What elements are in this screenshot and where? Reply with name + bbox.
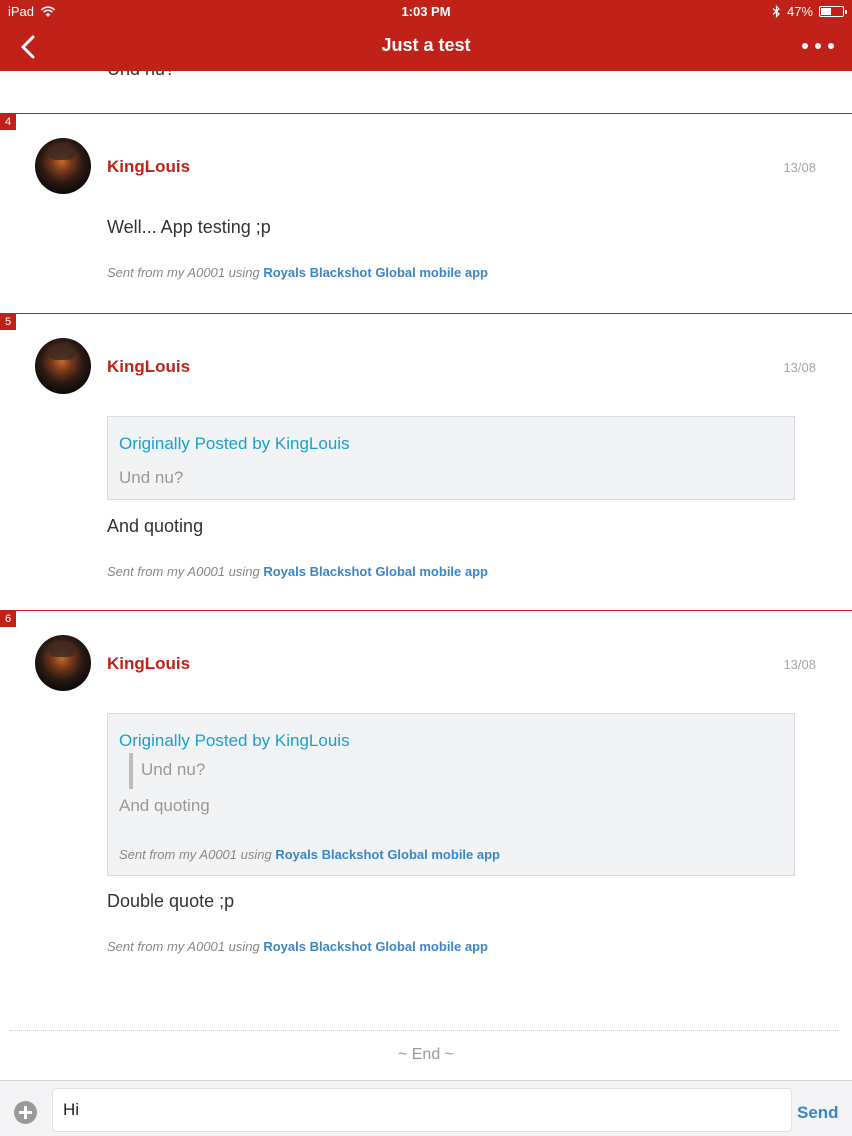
- battery-icon: [819, 6, 847, 17]
- author-name[interactable]: KingLouis: [107, 654, 190, 674]
- author-name[interactable]: KingLouis: [107, 357, 190, 377]
- quote-signature: Sent from my A0001 using Royals Blacksho…: [119, 847, 500, 862]
- post-date: 13/08: [783, 360, 816, 375]
- signature-prefix: Sent from my A0001 using: [107, 564, 264, 579]
- post: 5 KingLouis 13/08 Originally Posted by K…: [0, 313, 852, 610]
- post: 4 KingLouis 13/08 Well... App testing ;p…: [0, 113, 852, 313]
- more-horizontal-icon: [802, 43, 808, 49]
- avatar[interactable]: [35, 138, 91, 194]
- post-body: Well... App testing ;p: [107, 217, 271, 237]
- reply-bar: Send: [0, 1080, 852, 1136]
- send-button[interactable]: Send: [797, 1103, 839, 1123]
- quote-text: Und nu?: [119, 468, 184, 487]
- more-dot: [828, 43, 834, 49]
- post-date: 13/08: [783, 657, 816, 672]
- status-bar: iPad 1:03 PM 47%: [0, 0, 852, 22]
- quote-block: Originally Posted by KingLouis Und nu? A…: [107, 713, 795, 876]
- status-time: 1:03 PM: [401, 4, 451, 19]
- nested-quote-text: Und nu?: [141, 760, 206, 779]
- end-marker: ~ End ~: [397, 1046, 455, 1063]
- quote-header[interactable]: Originally Posted by KingLouis: [119, 434, 350, 454]
- app-link[interactable]: Royals Blackshot Global mobile app: [275, 847, 500, 862]
- avatar[interactable]: [35, 338, 91, 394]
- nav-bar: Just a test: [0, 22, 852, 71]
- more-button[interactable]: [802, 34, 834, 58]
- top-bar: iPad 1:03 PM 47% Just a test: [0, 0, 852, 71]
- status-right: 47%: [772, 4, 847, 19]
- post-number: 4: [0, 114, 16, 130]
- post-signature: Sent from my A0001 using Royals Blacksho…: [107, 939, 488, 954]
- post: 6 KingLouis 13/08 Originally Posted by K…: [0, 610, 852, 990]
- reply-input[interactable]: [52, 1088, 792, 1132]
- app-link[interactable]: Royals Blackshot Global mobile app: [263, 564, 488, 579]
- avatar[interactable]: [35, 635, 91, 691]
- signature-prefix: Sent from my A0001 using: [107, 265, 264, 280]
- app-link[interactable]: Royals Blackshot Global mobile app: [263, 265, 488, 280]
- battery-percent: 47%: [786, 4, 813, 19]
- quote-block: Originally Posted by KingLouis Und nu?: [107, 416, 795, 500]
- post-body: And quoting: [107, 516, 204, 536]
- plus-circle-icon[interactable]: [14, 1101, 37, 1124]
- post-date: 13/08: [783, 160, 816, 175]
- end-divider: [10, 1030, 840, 1031]
- nested-quote-bar: [129, 753, 133, 789]
- post-signature: Sent from my A0001 using Royals Blacksho…: [107, 564, 488, 579]
- app-link[interactable]: Royals Blackshot Global mobile app: [263, 939, 488, 954]
- signature-prefix: Sent from my A0001 using: [107, 939, 264, 954]
- battery-fill: [821, 8, 831, 15]
- quote-text: And quoting: [119, 796, 210, 815]
- post-number: 5: [0, 314, 16, 330]
- more-dot: [815, 43, 821, 49]
- post-number: 6: [0, 611, 16, 627]
- post-body: Double quote ;p: [107, 891, 235, 911]
- author-name[interactable]: KingLouis: [107, 157, 190, 177]
- bluetooth-icon: [772, 5, 780, 18]
- post-signature: Sent from my A0001 using Royals Blacksho…: [107, 265, 488, 280]
- thread-title: Just a test: [381, 35, 471, 55]
- thread-content[interactable]: Und nu? 4 KingLouis 13/08 Well... App te…: [0, 71, 852, 1080]
- previous-post-text: Und nu?: [107, 71, 175, 80]
- signature-prefix: Sent from my A0001 using: [119, 847, 276, 862]
- quote-header[interactable]: Originally Posted by KingLouis: [119, 731, 350, 751]
